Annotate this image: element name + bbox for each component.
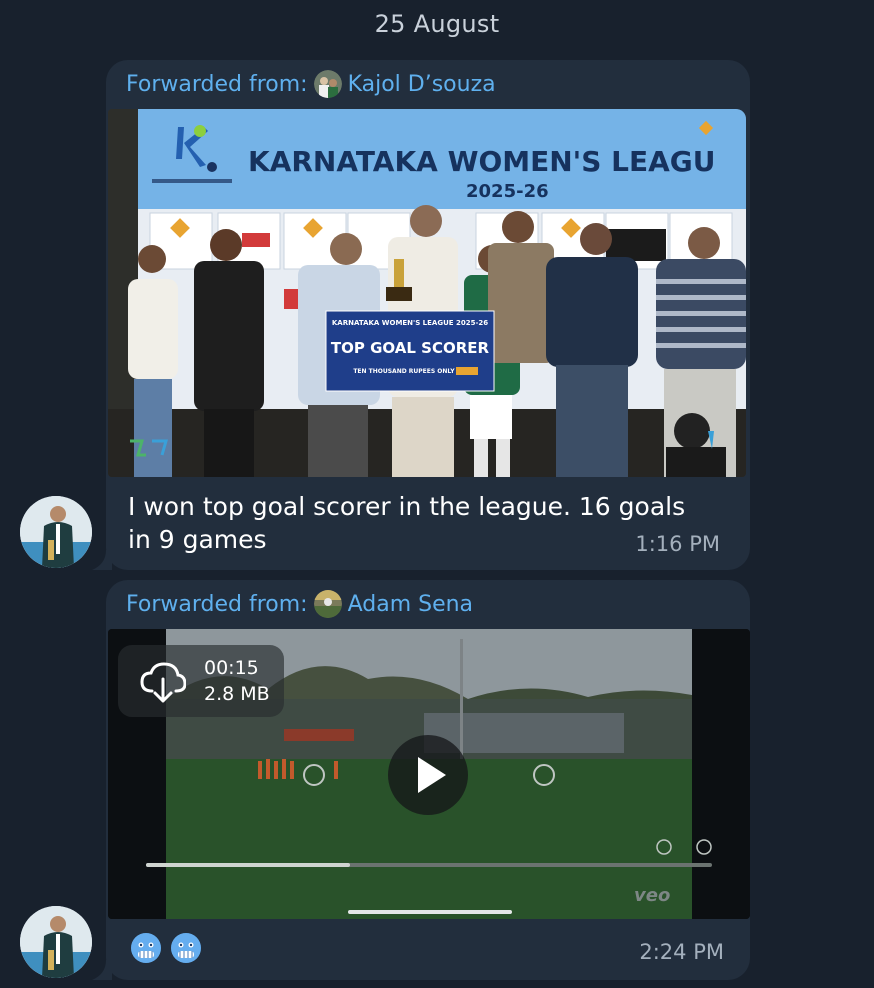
- message-text: I won top goal scorer in the league. 16 …: [128, 492, 686, 554]
- forwarded-name: Kajol D’souza: [347, 71, 496, 97]
- cheque-amount: TEN THOUSAND RUPEES ONLY: [353, 368, 455, 375]
- video-watermark: veo: [634, 885, 670, 906]
- sender-avatar[interactable]: [20, 496, 92, 568]
- message-time: 1:16 PM: [635, 532, 720, 556]
- date-separator: 25 August: [374, 10, 500, 38]
- forwarded-label: Forwarded from:: [126, 71, 308, 97]
- play-button[interactable]: [388, 735, 468, 815]
- cheque-title: TOP GOAL SCORER: [331, 339, 490, 357]
- sender-avatar[interactable]: [20, 906, 92, 978]
- message-time: 2:24 PM: [639, 940, 724, 964]
- video-size: 2.8 MB: [204, 683, 270, 705]
- banner-year: 2025-26: [466, 181, 549, 202]
- video-duration: 00:15: [204, 657, 259, 679]
- prize-cheque: KARNATAKA WOMEN'S LEAGUE 2025-26 TOP GOA…: [325, 310, 495, 392]
- cold-face-emoji[interactable]: [170, 932, 202, 964]
- video-info[interactable]: 00:15 2.8 MB: [118, 645, 284, 717]
- chat-view: 25 August Forwarded from: Kajol D’souza: [0, 0, 874, 988]
- reactions[interactable]: [130, 932, 202, 964]
- bubble-tail: [92, 960, 112, 980]
- message-bubble[interactable]: Forwarded from: Kajol D’souza KARNATAKA …: [106, 60, 750, 570]
- bubble-tail: [92, 550, 112, 570]
- message-video[interactable]: veo 00:15 2.8 MB: [108, 629, 750, 919]
- forwarded-label: Forwarded from:: [126, 591, 308, 617]
- cold-face-emoji[interactable]: [130, 932, 162, 964]
- download-cloud-icon[interactable]: [140, 659, 186, 705]
- play-icon: [418, 757, 446, 793]
- forwarded-avatar: [313, 590, 342, 618]
- message-photo[interactable]: KARNATAKA WOMEN'S LEAGU 2025-26 KARNATAK…: [108, 109, 746, 477]
- forwarded-avatar: [313, 70, 342, 98]
- cheque-header: KARNATAKA WOMEN'S LEAGUE 2025-26: [332, 319, 488, 327]
- message-bubble[interactable]: Forwarded from: Adam Sena veo 00:15 2.8 …: [106, 580, 750, 980]
- forwarded-header[interactable]: Forwarded from: Kajol D’souza: [126, 70, 496, 98]
- forwarded-name: Adam Sena: [347, 591, 474, 617]
- forwarded-header[interactable]: Forwarded from: Adam Sena: [126, 590, 473, 618]
- banner-title: KARNATAKA WOMEN'S LEAGU: [248, 145, 716, 178]
